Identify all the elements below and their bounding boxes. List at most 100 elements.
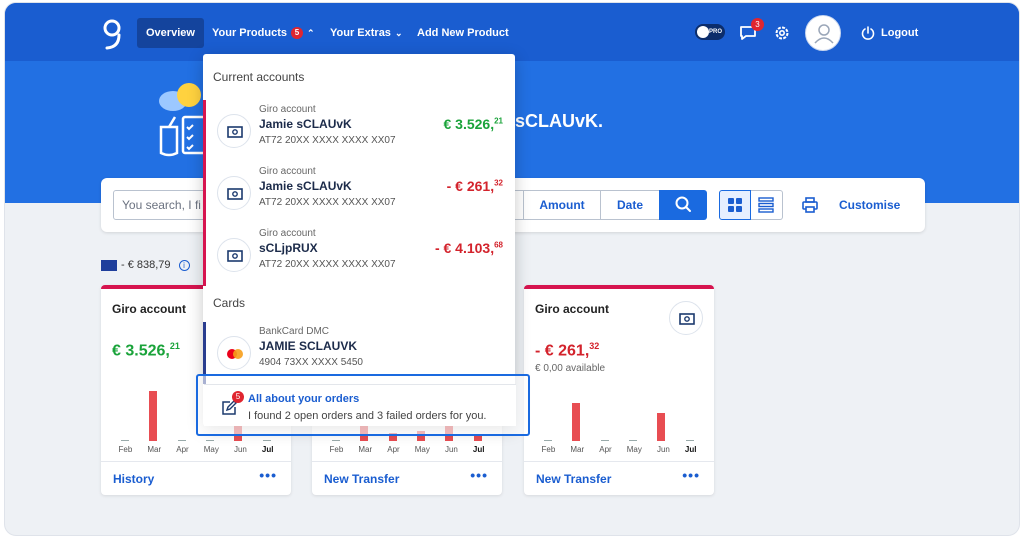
- nav-products-label: Your Products: [212, 27, 287, 39]
- month-label: Apr: [176, 445, 189, 454]
- balance-bar-chart: [534, 389, 704, 441]
- info-icon[interactable]: i: [178, 259, 190, 271]
- chevron-up-icon: ⌃: [306, 28, 315, 38]
- orders-notification[interactable]: 5 All about your orders I found 2 open o…: [204, 384, 516, 426]
- list-view-button[interactable]: [751, 190, 783, 220]
- month-label: Mar: [147, 445, 162, 454]
- card-number: 4904 73XX XXXX 5450: [259, 357, 363, 368]
- eu-flag-icon: [101, 259, 117, 271]
- month-label: Mar: [358, 445, 373, 454]
- user-icon: [814, 24, 834, 44]
- grid-view-button[interactable]: [719, 190, 751, 220]
- account-balance: - € 4.103,68: [435, 240, 503, 256]
- balance-bar: [544, 440, 553, 441]
- nav-overview[interactable]: Overview: [137, 18, 204, 48]
- account-balance: - € 261,32: [447, 178, 503, 194]
- new-transfer-link[interactable]: New Transfer: [536, 472, 611, 486]
- account-balance: € 3.526,21: [443, 116, 503, 132]
- history-link[interactable]: History: [113, 472, 154, 486]
- nav-your-products[interactable]: Your Products 5 ⌃: [203, 18, 324, 48]
- notification-text: I found 2 open orders and 3 failed order…: [248, 410, 487, 422]
- balance-bar: [657, 413, 666, 441]
- account-iban: AT72 20XX XXXX XXXX XX07: [259, 197, 396, 208]
- account-holder: sCLjpRUX: [259, 241, 318, 255]
- month-label: Jun: [233, 445, 247, 454]
- account-balance-main: - € 4.103,: [434, 240, 495, 256]
- nav-extras-label: Your Extras: [330, 27, 391, 39]
- search-button[interactable]: [659, 190, 707, 220]
- balance-bar: [473, 436, 482, 441]
- more-options-icon[interactable]: •••: [682, 467, 700, 483]
- dropdown-account-item[interactable]: Giro account sCLjpRUX AT72 20XX XXXX XXX…: [203, 224, 515, 286]
- month-label: Jun: [444, 445, 458, 454]
- account-iban: AT72 20XX XXXX XXXX XX07: [259, 135, 396, 146]
- dropdown-account-item[interactable]: Giro account Jamie sCLAUvK AT72 20XX XXX…: [203, 162, 515, 224]
- month-labels: Feb Mar Apr May Jun Jul: [534, 445, 704, 454]
- nav-your-extras[interactable]: Your Extras ⌄: [321, 18, 411, 48]
- card-balance-cents: 21: [169, 341, 180, 351]
- month-label: Apr: [599, 445, 612, 454]
- hero-greeting: sCLAUvK.: [515, 111, 604, 131]
- month-label: Feb: [329, 445, 344, 454]
- card-footer: New Transfer •••: [312, 461, 502, 495]
- banknote-icon: [217, 176, 251, 210]
- month-label: Jun: [656, 445, 670, 454]
- current-accounts-header: Current accounts: [213, 70, 305, 84]
- app-window: Overview Your Products 5 ⌃ Your Extras ⌄ Ad…: [4, 2, 1020, 536]
- card-title: Giro account: [112, 302, 187, 316]
- account-balance-main: - € 261,: [446, 178, 495, 194]
- account-type: Giro account: [259, 166, 316, 177]
- card-type: BankCard DMC: [259, 326, 330, 337]
- balance-bar: [572, 403, 581, 441]
- print-icon[interactable]: [801, 196, 819, 214]
- month-label: May: [414, 445, 430, 454]
- filter-amount-button[interactable]: Amount: [523, 190, 601, 220]
- orders-notification-highlight[interactable]: 5 All about your orders I found 2 open o…: [196, 374, 530, 436]
- month-label: Jul: [684, 445, 697, 454]
- month-label: Feb: [118, 445, 133, 454]
- more-options-icon[interactable]: •••: [470, 467, 488, 483]
- pro-mode-toggle[interactable]: PRO: [695, 24, 725, 40]
- more-options-icon[interactable]: •••: [259, 467, 277, 483]
- card-footer: History •••: [101, 461, 291, 495]
- new-transfer-link[interactable]: New Transfer: [324, 472, 399, 486]
- account-card[interactable]: Giro account - € 261,32 € 0,00 available…: [524, 285, 714, 495]
- user-avatar[interactable]: [805, 15, 841, 51]
- card-balance-main: € 3.526,: [112, 342, 170, 360]
- balance-bar: [600, 440, 609, 441]
- card-title: Giro account: [535, 302, 610, 316]
- card-footer: New Transfer •••: [524, 461, 714, 495]
- brand-logo-icon[interactable]: [99, 17, 125, 51]
- chat-count-badge: 3: [751, 18, 764, 31]
- dropdown-account-item[interactable]: Giro account Jamie sCLAUvK AT72 20XX XXX…: [203, 100, 515, 162]
- search-icon: [675, 196, 691, 212]
- month-labels: Feb Mar Apr May Jun Jul: [111, 445, 281, 454]
- gear-icon[interactable]: [773, 24, 791, 42]
- account-balance-cents: 21: [494, 116, 503, 126]
- logout-label: Logout: [881, 27, 919, 39]
- nav-add-label: Add New Product: [417, 27, 509, 39]
- filter-date-button[interactable]: Date: [600, 190, 660, 220]
- card-balance: - € 261,32: [535, 341, 599, 360]
- cards-header: Cards: [213, 296, 246, 310]
- pro-toggle-label: PRO: [708, 29, 722, 35]
- nav-add-new-product[interactable]: Add New Product: [408, 18, 518, 48]
- available-balance: € 0,00 available: [535, 363, 606, 374]
- notification-title[interactable]: All about your orders: [248, 393, 359, 405]
- logout-button[interactable]: Logout: [861, 25, 918, 41]
- card-balance-cents: 32: [589, 341, 600, 351]
- list-icon: [758, 197, 774, 213]
- month-label: May: [626, 445, 642, 454]
- balance-bar: [206, 440, 215, 441]
- balance-bar: [177, 440, 186, 441]
- account-type: Giro account: [259, 104, 316, 115]
- orders-count-badge: 5: [232, 391, 244, 403]
- account-iban: AT72 20XX XXXX XXXX XX07: [259, 259, 396, 270]
- month-label: May: [203, 445, 219, 454]
- balance-bar: [685, 440, 694, 441]
- top-navigation: Overview Your Products 5 ⌃ Your Extras ⌄ Ad…: [5, 3, 1019, 61]
- card-account-icon: [669, 301, 703, 335]
- products-dropdown-menu: Current accounts Giro account Jamie sCLA…: [203, 54, 515, 426]
- customise-button[interactable]: Customise: [839, 198, 900, 212]
- account-holder: Jamie sCLAUvK: [259, 117, 352, 131]
